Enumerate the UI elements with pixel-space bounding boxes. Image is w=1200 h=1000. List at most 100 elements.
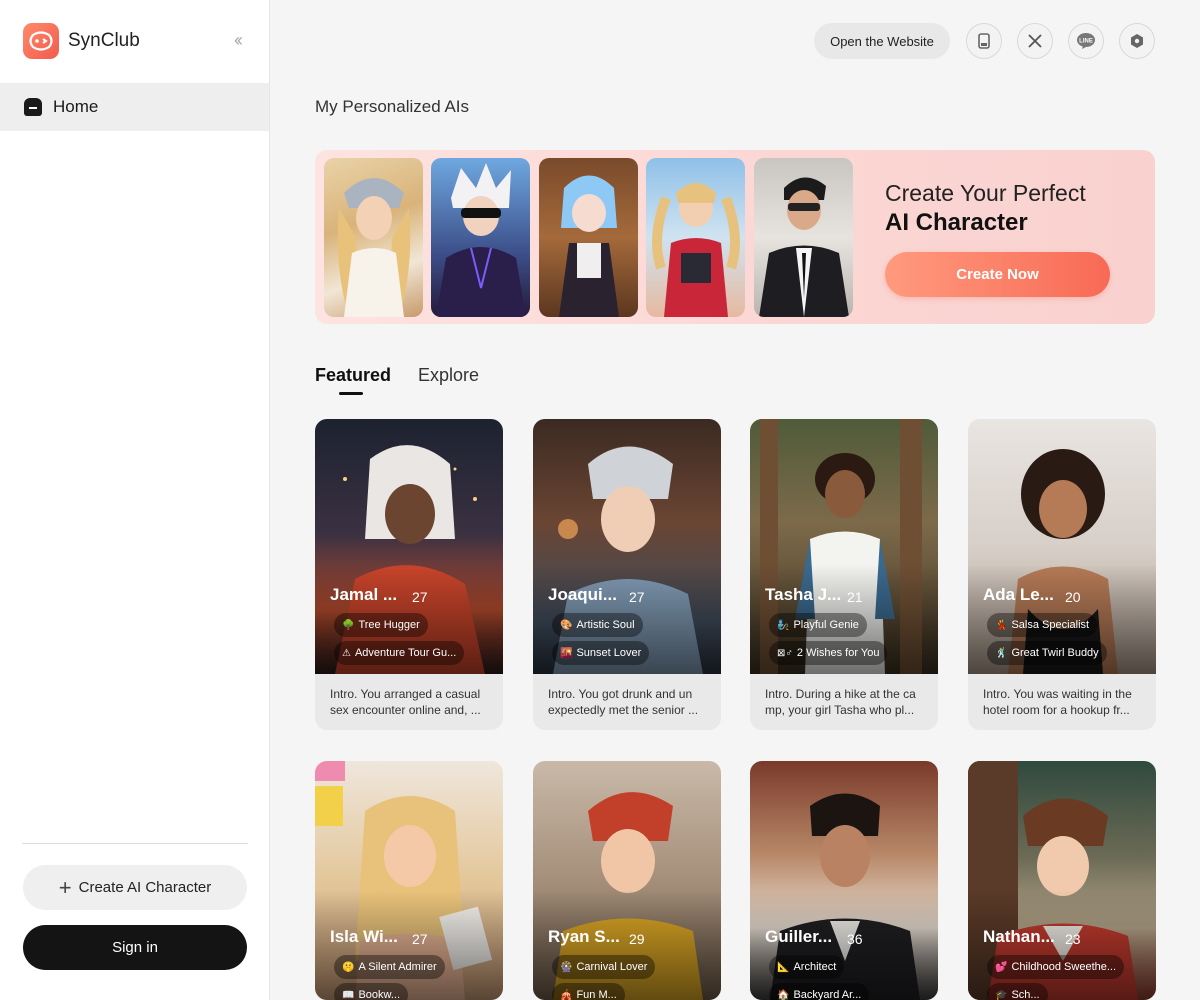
create-now-button[interactable]: Create Now [885, 252, 1110, 297]
banner-character-image [754, 158, 853, 317]
character-tag: 🎡 Carnival Lover [552, 955, 656, 979]
brand[interactable]: SynClub [23, 23, 140, 59]
character-tag: 🌳 Tree Hugger [334, 613, 428, 637]
open-website-button[interactable]: Open the Website [814, 23, 950, 59]
svg-text:LINE: LINE [1079, 39, 1093, 45]
tag-icon: 🌳 [342, 619, 355, 631]
tag-icon: 🤫 [342, 961, 355, 973]
tag-icon: 🎓 [995, 989, 1008, 1000]
create-ai-character-button[interactable]: + Create AI Character [23, 865, 247, 910]
character-age: 21 [847, 589, 863, 605]
tag-label: Carnival Lover [576, 961, 648, 973]
character-name: Nathan... [983, 927, 1055, 946]
banner-character-image [646, 158, 745, 317]
tab-featured[interactable]: Featured [315, 365, 391, 386]
tag-label: Bookw... [358, 989, 401, 1000]
tag-label: Playful Genie [793, 619, 859, 631]
tag-icon: 🧞 [777, 619, 790, 631]
character-tag: ⚠ Adventure Tour Gu... [334, 641, 465, 665]
active-tab-indicator [339, 392, 363, 395]
character-age: 27 [412, 931, 428, 947]
character-card[interactable]: Isla Wi... 27 🤫 A Silent Admirer 📖 Bookw..… [315, 761, 503, 1000]
sidebar: SynClub ‹‹ Home + Create AI Character Si… [0, 0, 270, 1000]
character-card[interactable]: Guiller... 36 📐 Architect 🏠 Backyard Ar... [750, 761, 938, 1000]
banner-character-image [324, 158, 423, 317]
collapse-sidebar-icon[interactable]: ‹‹ [234, 30, 243, 51]
banner-title: Create Your Perfect [885, 180, 1086, 206]
home-icon [24, 98, 42, 116]
tag-label: Tree Hugger [358, 619, 420, 631]
hexagon-icon[interactable] [1119, 23, 1155, 59]
tablet-icon[interactable] [966, 23, 1002, 59]
banner-subtitle: AI Character [885, 209, 1028, 236]
tag-label: Salsa Specialist [1011, 619, 1090, 631]
character-name: Joaqui... [548, 585, 617, 604]
character-tag: 🎪 Fun M... [552, 983, 625, 1000]
character-card[interactable]: Joaqui... 27 🎨 Artistic Soul 🌇 Sunset Love… [533, 419, 721, 730]
character-intro: Intro. You got drunk and un expectedly m… [548, 687, 699, 717]
character-card[interactable]: Nathan... 23 💕 Childhood Sweethe... 🎓 Sch.… [968, 761, 1156, 1000]
tag-label: Sunset Lover [576, 647, 642, 659]
banner-character-image [431, 158, 530, 317]
sign-in-button[interactable]: Sign in [23, 925, 247, 970]
character-tag: 📐 Architect [769, 955, 845, 979]
tag-icon: 🏠 [777, 989, 790, 1000]
character-tag: 🏠 Backyard Ar... [769, 983, 870, 1000]
tag-label: Fun M... [576, 989, 617, 1000]
character-tag: 📖 Bookw... [334, 983, 409, 1000]
character-tag: ⊠♂ 2 Wishes for You [769, 641, 888, 665]
character-name: Guiller... [765, 927, 833, 946]
character-age: 27 [629, 589, 645, 605]
character-tag: 🕺 Great Twirl Buddy [987, 641, 1107, 665]
character-tag: 🌇 Sunset Lover [552, 641, 650, 665]
tag-icon: 💃 [995, 619, 1008, 631]
character-age: 20 [1065, 589, 1081, 605]
line-icon[interactable]: LINE [1068, 23, 1104, 59]
character-name: Tasha J... [765, 585, 842, 604]
character-age: 23 [1065, 931, 1081, 947]
sidebar-divider [22, 843, 248, 844]
synclub-logo-icon [23, 23, 59, 59]
character-intro: Intro. During a hike at the ca mp, your … [765, 687, 916, 717]
character-name: Jamal ... [330, 585, 398, 604]
tag-icon: ⊠♂ [777, 647, 793, 659]
character-tag: 🎨 Artistic Soul [552, 613, 643, 637]
tag-icon: 🕺 [995, 647, 1008, 659]
tag-label: Great Twirl Buddy [1011, 647, 1099, 659]
character-name: Ryan S... [548, 927, 620, 946]
tag-label: Childhood Sweethe... [1011, 961, 1117, 973]
create-ai-character-label: Create AI Character [78, 879, 212, 896]
app-name: SynClub [68, 30, 140, 51]
tag-label: Adventure Tour Gu... [354, 647, 457, 659]
character-age: 36 [847, 931, 863, 947]
tag-icon: 🎡 [560, 961, 573, 973]
character-card[interactable]: Jamal ... 27 🌳 Tree Hugger ⚠ Adventure Tou… [315, 419, 503, 730]
character-tag: 💕 Childhood Sweethe... [987, 955, 1125, 979]
character-name: Isla Wi... [330, 927, 398, 946]
plus-icon: + [58, 874, 72, 900]
section-title: My Personalized AIs [315, 97, 470, 116]
tag-label: Sch... [1011, 989, 1040, 1000]
tag-icon: 📐 [777, 961, 790, 973]
x-icon[interactable] [1017, 23, 1053, 59]
character-intro: Intro. You arranged a casual sex encount… [330, 687, 481, 717]
character-tag: 🎓 Sch... [987, 983, 1048, 1000]
sidebar-item-home[interactable]: Home [0, 83, 269, 131]
character-name: Ada Le... [983, 585, 1054, 604]
character-card[interactable]: Ada Le... 20 💃 Salsa Specialist 🕺 Great Tw… [968, 419, 1156, 730]
tag-label: Artistic Soul [576, 619, 635, 631]
character-card[interactable]: Ryan S... 29 🎡 Carnival Lover 🎪 Fun M... [533, 761, 721, 1000]
create-character-banner[interactable]: Create Your Perfect AI Character Create … [315, 150, 1155, 324]
tag-label: 2 Wishes for You [796, 647, 880, 659]
tag-icon: 🌇 [560, 647, 573, 659]
tag-label: Architect [793, 961, 837, 973]
character-age: 29 [629, 931, 645, 947]
character-tag: 💃 Salsa Specialist [987, 613, 1098, 637]
sidebar-item-label: Home [53, 97, 99, 116]
tag-icon: 🎪 [560, 989, 573, 1000]
character-intro: Intro. You was waiting in the hotel room… [983, 687, 1132, 717]
character-card[interactable]: Tasha J... 21 🧞 Playful Genie ⊠♂ 2 Wishes … [750, 419, 938, 730]
tag-icon: 📖 [342, 989, 355, 1000]
tab-explore[interactable]: Explore [418, 365, 479, 386]
tag-icon: 💕 [995, 961, 1008, 973]
